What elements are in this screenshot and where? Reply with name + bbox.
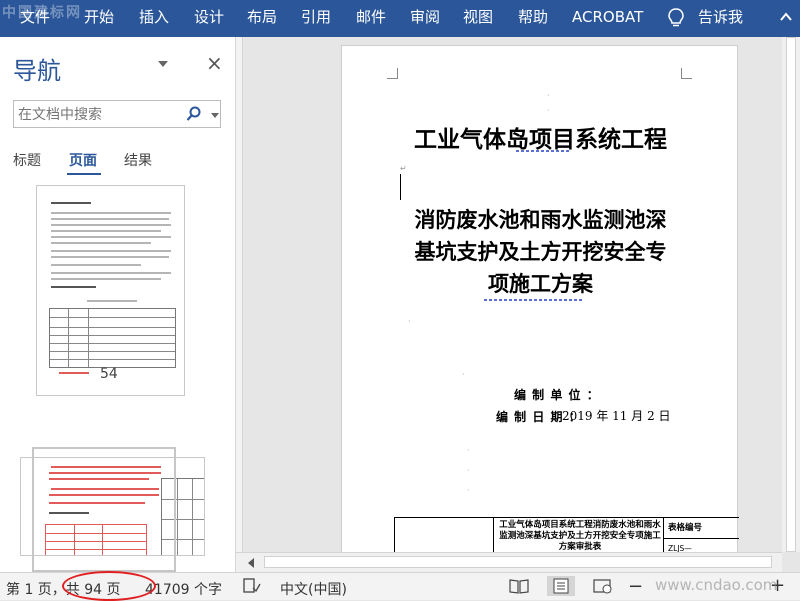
margin-corner-mark [681, 68, 692, 79]
current-page-highlight [32, 447, 176, 572]
close-icon[interactable]: × [206, 53, 223, 73]
search-options-dropdown-icon[interactable] [211, 113, 219, 118]
scroll-left-icon[interactable] [248, 558, 254, 568]
nav-search-input[interactable] [16, 104, 180, 126]
watermark-top-left: 中国建标网 [2, 5, 82, 21]
tab-insert[interactable]: 插入 [139, 0, 169, 37]
highlight-annotation [62, 571, 156, 601]
compiling-date-value: 2019 年 11 月 2 日 [562, 409, 671, 423]
paragraph-mark: · [467, 466, 470, 475]
tab-mailings[interactable]: 邮件 [356, 0, 386, 37]
tab-references[interactable]: 引用 [301, 0, 331, 37]
margin-corner-mark [387, 68, 398, 79]
page-number-label: 54 [100, 366, 118, 382]
tab-results[interactable]: 结果 [124, 150, 152, 170]
horizontal-scrollbar[interactable] [236, 552, 782, 572]
paragraph-mark: · [547, 91, 550, 100]
nav-options-dropdown-icon[interactable] [158, 61, 168, 67]
nav-search-box[interactable] [13, 100, 221, 128]
page-thumbnail-54[interactable] [36, 185, 185, 396]
spelling-underline [484, 299, 584, 301]
compiling-unit-label: 编 制 单 位 ： [514, 388, 600, 402]
form-number-label: 表格编号 [668, 523, 703, 533]
paragraph-mark: · [467, 446, 470, 455]
lightbulb-icon[interactable] [666, 7, 686, 29]
paragraph-mark: · [462, 370, 465, 379]
subtitle-line-1: 消防废水池和雨水监测池深 [414, 207, 667, 232]
tab-help[interactable]: 帮助 [518, 0, 548, 37]
paragraph-mark: · [547, 106, 550, 115]
watermark-bottom-right: www.cndao.com [655, 576, 778, 594]
tab-home[interactable]: 开始 [84, 0, 114, 37]
vertical-scrollbar[interactable] [782, 37, 800, 552]
tab-acrobat[interactable]: ACROBAT [572, 0, 643, 37]
approval-table-title: 工业气体岛项目系统工程消防废水池和雨水监测池深基坑支护及土方开挖安全专项施工方案… [499, 520, 661, 552]
paragraph-mark: · [467, 486, 470, 495]
tab-layout[interactable]: 布局 [247, 0, 277, 37]
paragraph-mark: ↵ [400, 164, 407, 173]
vertical-ruler [236, 37, 243, 552]
search-icon[interactable] [186, 106, 202, 122]
tab-view[interactable]: 视图 [463, 0, 493, 37]
document-subtitle: 消防废水池和雨水监测池深 基坑支护及土方开挖安全专 项施工方案 [352, 204, 729, 300]
zoom-out-button[interactable]: − [628, 576, 643, 597]
subtitle-line-3: 项施工方案 [488, 271, 593, 296]
proofing-book-icon[interactable] [243, 578, 261, 594]
text-cursor [400, 174, 401, 200]
paragraph-mark: · [408, 317, 411, 326]
web-layout-icon[interactable] [593, 578, 613, 594]
language-status[interactable]: 中文(中国) [280, 579, 347, 599]
nav-pane-title: 导航 [13, 57, 61, 85]
print-layout-icon[interactable] [547, 576, 575, 596]
spelling-underline [516, 150, 570, 152]
tab-review[interactable]: 审阅 [410, 0, 440, 37]
document-title: 工业气体岛项目系统工程 [414, 126, 667, 153]
collapse-ribbon-icon[interactable] [778, 9, 794, 25]
ribbon-tab-bar: 文件 开始 插入 设计 布局 引用 邮件 审阅 视图 帮助 ACROBAT 告诉… [0, 0, 800, 37]
read-mode-icon[interactable] [509, 578, 529, 594]
tab-headings[interactable]: 标题 [13, 150, 41, 170]
vertical-scroll-thumb[interactable] [786, 37, 796, 552]
document-page[interactable]: · · 工业气体岛项目系统工程 ↵ 消防废水池和雨水监测池深 基坑支护及土方开挖… [341, 45, 739, 566]
tab-pages[interactable]: 页面 [69, 150, 97, 170]
subtitle-line-2: 基坑支护及土方开挖安全专 [414, 239, 667, 264]
tell-me-search[interactable]: 告诉我 [698, 0, 743, 37]
word-count-status[interactable]: 41709 个字 [145, 579, 222, 599]
tab-design[interactable]: 设计 [194, 0, 224, 37]
active-tab-indicator [67, 173, 101, 175]
horizontal-scroll-thumb[interactable] [264, 556, 772, 568]
